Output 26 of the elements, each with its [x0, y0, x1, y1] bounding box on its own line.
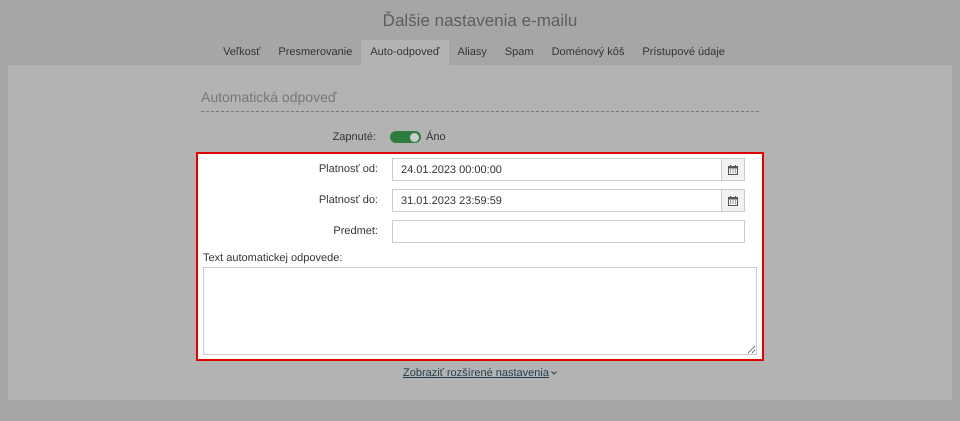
text-field[interactable]	[392, 220, 745, 243]
chevron-down-icon	[550, 371, 557, 376]
tab[interactable]: Spam	[496, 40, 543, 65]
tab[interactable]: Presmerovanie	[269, 40, 362, 65]
calendar-button[interactable]	[722, 189, 745, 212]
section-heading: Automatická odpoveď	[201, 88, 338, 106]
toggle-switch[interactable]	[390, 131, 421, 143]
field-label: Text automatickej odpovede:	[203, 251, 344, 265]
date-field[interactable]: 31.01.2023 23:59:59	[392, 189, 722, 212]
field-label: Platnosť od:	[318, 162, 378, 178]
tab[interactable]: Veľkosť	[214, 40, 270, 65]
tab[interactable]: Prístupové údaje	[633, 40, 734, 65]
tab[interactable]: Auto-odpoveď	[361, 40, 448, 65]
message-field[interactable]	[203, 267, 757, 355]
tab[interactable]: Aliasy	[448, 40, 496, 65]
page-title: Ďalšie nastavenia e-mailu	[382, 10, 578, 32]
field-label: Platnosť do:	[318, 193, 378, 208]
calendar-button[interactable]	[722, 158, 745, 181]
advanced-settings-link[interactable]: Zobraziť rozšírené nastavenia	[403, 365, 557, 382]
field-label: Predmet:	[332, 224, 378, 240]
calendar-icon	[728, 164, 738, 174]
toggle-label: Áno	[426, 130, 446, 145]
tab[interactable]: Doménový kôš	[542, 40, 634, 65]
calendar-icon	[728, 196, 738, 206]
field-label: Zapnuté:	[332, 130, 376, 145]
date-field[interactable]: 24.01.2023 00:00:00	[392, 158, 722, 181]
